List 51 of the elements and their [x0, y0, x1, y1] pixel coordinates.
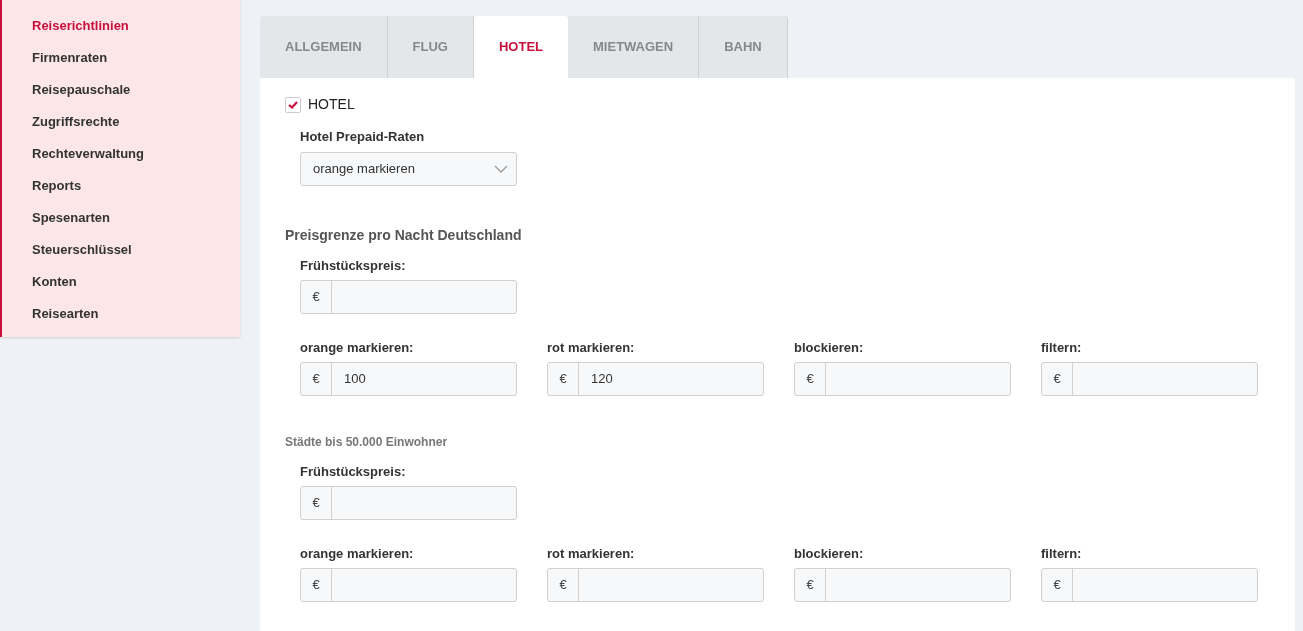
field-label: Hotel Prepaid-Raten — [300, 129, 426, 145]
sidebar-item[interactable]: Spesenarten — [32, 202, 240, 234]
currency-prefix: € — [301, 487, 332, 519]
field-label: Frühstückspreis: — [300, 464, 407, 480]
euro-input-field[interactable]: € — [1041, 362, 1258, 396]
euro-input-field[interactable]: € — [547, 568, 764, 602]
field-label: blockieren: — [794, 340, 865, 356]
sidebar-item[interactable]: Konten — [32, 266, 240, 298]
field-label: rot markieren: — [547, 340, 636, 356]
field-label: Frühstückspreis: — [300, 258, 407, 274]
currency-prefix: € — [1042, 363, 1073, 395]
field-label: blockieren: — [794, 546, 865, 562]
checkbox[interactable] — [285, 96, 301, 113]
tab[interactable]: HOTEL — [473, 16, 568, 78]
field-label: filtern: — [1041, 340, 1083, 356]
section-title: Städte bis 50.000 Einwohner — [285, 434, 449, 450]
sidebar-item[interactable]: Zugriffsrechte — [32, 106, 240, 138]
sidebar-item[interactable]: Rechteverwaltung — [32, 138, 240, 170]
field-label: orange markieren: — [300, 340, 415, 356]
input-value: 120 — [590, 370, 613, 389]
sidebar-item[interactable]: Steuerschlüssel — [32, 234, 240, 266]
euro-input-field[interactable]: € — [794, 568, 1011, 602]
currency-prefix: € — [548, 363, 579, 395]
chevron-down-icon — [494, 165, 508, 173]
field-label: rot markieren: — [547, 546, 636, 562]
input-value: 100 — [343, 370, 366, 389]
currency-prefix: € — [795, 569, 826, 601]
sidebar-item[interactable]: Reports — [32, 170, 240, 202]
checkmark-icon — [288, 100, 298, 109]
currency-prefix: € — [1042, 569, 1073, 601]
euro-input-field[interactable]: € — [300, 280, 517, 314]
currency-prefix: € — [548, 569, 579, 601]
euro-input-field[interactable]: € — [300, 568, 517, 602]
currency-prefix: € — [301, 363, 332, 395]
euro-input-field[interactable]: € — [1041, 568, 1258, 602]
sidebar-item[interactable]: Reiserichtlinien — [32, 10, 240, 42]
currency-prefix: € — [301, 281, 332, 313]
sidebar-item[interactable]: Firmenraten — [32, 42, 240, 74]
select-dropdown[interactable]: orange markieren — [300, 152, 517, 186]
euro-input-field[interactable]: € 100 — [300, 362, 517, 396]
section-title: Preisgrenze pro Nacht Deutschland — [285, 226, 523, 244]
sidebar-item[interactable]: Reisearten — [32, 298, 240, 330]
euro-input-field[interactable]: € 120 — [547, 362, 764, 396]
checkbox-label: HOTEL — [308, 95, 355, 114]
field-label: filtern: — [1041, 546, 1083, 562]
field-label: orange markieren: — [300, 546, 415, 562]
sidebar-item[interactable]: Reisepauschale — [32, 74, 240, 106]
euro-input-field[interactable]: € — [794, 362, 1011, 396]
currency-prefix: € — [795, 363, 826, 395]
euro-input-field[interactable]: € — [300, 486, 517, 520]
currency-prefix: € — [301, 569, 332, 601]
